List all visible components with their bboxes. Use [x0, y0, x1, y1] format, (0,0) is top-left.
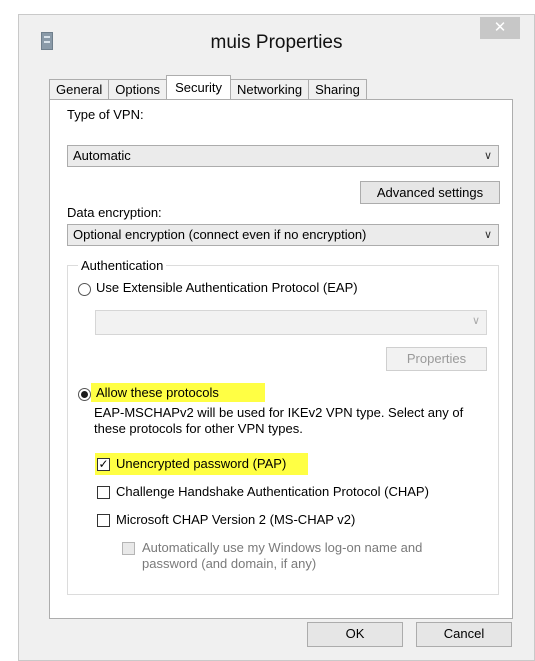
window-title: muis Properties	[210, 32, 343, 53]
chevron-down-icon: ∨	[483, 229, 492, 241]
eap-radio[interactable]	[78, 283, 91, 296]
allow-protocols-radio[interactable]	[78, 388, 91, 401]
pap-checkbox[interactable]: ✓	[97, 458, 110, 471]
vpn-type-label: Type of VPN:	[67, 107, 144, 122]
tab-networking[interactable]: Networking	[230, 79, 310, 99]
chap-label: Challenge Handshake Authentication Proto…	[116, 484, 429, 499]
security-panel: Type of VPN: Automatic ∨ Advanced settin…	[49, 99, 513, 619]
tab-options[interactable]: Options	[108, 79, 168, 99]
data-encryption-label: Data encryption:	[67, 205, 162, 220]
pap-label: Unencrypted password (PAP)	[116, 456, 287, 471]
eap-properties-button[interactable]: Properties	[386, 347, 487, 371]
eap-method-select[interactable]: ∨	[95, 310, 487, 335]
mschap-label: Microsoft CHAP Version 2 (MS-CHAP v2)	[116, 512, 356, 527]
close-button[interactable]: ✕	[480, 17, 520, 39]
tab-sharing[interactable]: Sharing	[308, 79, 367, 99]
properties-dialog: muis Properties ✕ General Options Securi…	[18, 14, 535, 661]
ok-button[interactable]: OK	[307, 622, 403, 647]
chap-checkbox[interactable]	[97, 486, 110, 499]
auto-logon-label: Automatically use my Windows log-on name…	[142, 540, 423, 571]
auto-logon-checkbox[interactable]	[122, 542, 135, 555]
allow-protocols-label: Allow these protocols	[96, 385, 219, 400]
chevron-down-icon: ∨	[471, 315, 480, 327]
tab-security[interactable]: Security	[166, 75, 232, 99]
vpn-type-value: Automatic	[73, 148, 131, 163]
title-bar: muis Properties ✕	[19, 15, 534, 71]
vpn-type-select[interactable]: Automatic ∨	[67, 145, 499, 167]
eap-label: Use Extensible Authentication Protocol (…	[96, 280, 358, 295]
data-encryption-value: Optional encryption (connect even if no …	[73, 227, 367, 242]
data-encryption-select[interactable]: Optional encryption (connect even if no …	[67, 224, 499, 246]
authentication-legend: Authentication	[78, 258, 167, 273]
chevron-down-icon: ∨	[483, 150, 492, 162]
protocols-description: EAP-MSCHAPv2 will be used for IKEv2 VPN …	[94, 405, 464, 436]
mschap-checkbox[interactable]	[97, 514, 110, 527]
authentication-group: Authentication Use Extensible Authentica…	[67, 258, 499, 595]
tab-strip: General Options Security Networking Shar…	[49, 75, 367, 99]
tab-general[interactable]: General	[49, 79, 110, 99]
advanced-settings-button[interactable]: Advanced settings	[360, 181, 500, 204]
cancel-button[interactable]: Cancel	[416, 622, 512, 647]
